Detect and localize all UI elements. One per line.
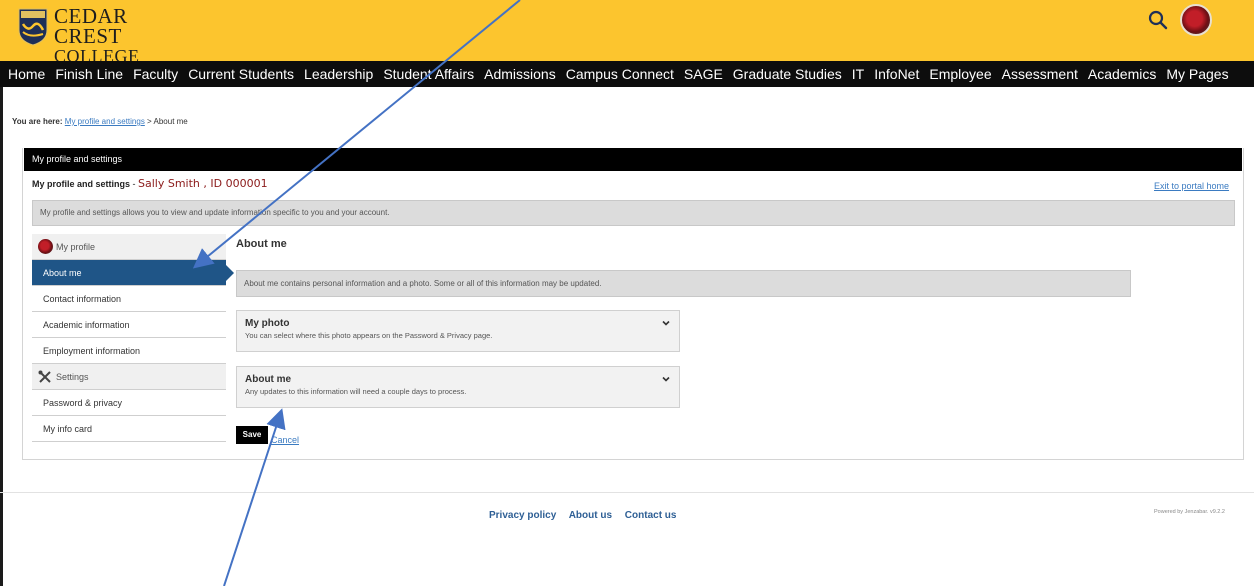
panel-title-bar: My profile and settings [24, 148, 1242, 171]
panel-intro: My profile and settings allows you to vi… [32, 200, 1235, 226]
nav-item-sage[interactable]: SAGE [680, 66, 729, 82]
sidebar-group-my-profile: My profile [32, 234, 226, 260]
nav-item-faculty[interactable]: Faculty [129, 66, 184, 82]
footer-link-privacy-policy[interactable]: Privacy policy [489, 510, 556, 521]
breadcrumb-separator: > [144, 117, 154, 126]
exit-to-portal-link[interactable]: Exit to portal home [1154, 181, 1229, 191]
profile-avatar-icon [38, 239, 53, 254]
sidebar-item-label: Employment information [43, 346, 141, 356]
sidebar-item-label: Academic information [43, 320, 130, 330]
section-description: You can select where this photo appears … [245, 331, 493, 340]
chevron-down-icon[interactable] [661, 374, 671, 384]
nav-item-my-pages[interactable]: My Pages [1162, 66, 1234, 82]
page-left-border [0, 87, 3, 586]
sidebar-item-label: My info card [43, 424, 93, 434]
nav-item-current-students[interactable]: Current Students [184, 66, 300, 82]
shield-logo-icon [18, 8, 48, 46]
nav-item-graduate-studies[interactable]: Graduate Studies [729, 66, 848, 82]
page-title: About me [236, 238, 287, 250]
profile-heading-label: My profile and settings [32, 179, 131, 189]
profile-heading-separator: - [130, 179, 139, 189]
nav-item-infonet[interactable]: InfoNet [870, 66, 925, 82]
powered-by-text: Powered by Jenzabar. v9.2.2 [1154, 509, 1225, 515]
logo-name-line1: CEDAR CREST [54, 4, 128, 48]
breadcrumb-link-profile[interactable]: My profile and settings [65, 117, 145, 126]
nav-item-employee[interactable]: Employee [925, 66, 997, 82]
breadcrumb-prefix: You are here: [12, 117, 63, 126]
sidebar-item-contact-information[interactable]: Contact information [32, 286, 226, 312]
sidebar-item-label: Contact information [43, 294, 122, 304]
footer-divider [0, 492, 1254, 493]
section-title: About me [245, 374, 292, 385]
footer-link-about-us[interactable]: About us [569, 510, 612, 521]
site-header: CEDAR CREST COLLEGE [0, 0, 1254, 66]
nav-item-home[interactable]: Home [4, 66, 51, 82]
sidebar-group-label: My profile [56, 242, 96, 252]
settings-tools-icon [38, 370, 51, 383]
about-me-section[interactable]: About me Any updates to this information… [236, 366, 680, 408]
sidebar-item-my-info-card[interactable]: My info card [32, 416, 226, 442]
profile-user-name: Sally Smith , ID 000001 [138, 177, 268, 190]
sidebar-group-settings: Settings [32, 364, 226, 390]
main-nav: Home Finish Line Faculty Current Student… [0, 61, 1254, 87]
section-title: My photo [245, 318, 290, 329]
active-indicator-arrow-icon [226, 265, 234, 281]
save-button[interactable]: Save [236, 426, 268, 444]
search-icon[interactable] [1147, 9, 1169, 31]
breadcrumb-current: About me [153, 117, 188, 126]
nav-item-leadership[interactable]: Leadership [300, 66, 379, 82]
footer-links: Privacy policy About us Contact us [489, 510, 686, 521]
sidebar-item-label: About me [43, 268, 82, 278]
my-photo-section[interactable]: My photo You can select where this photo… [236, 310, 680, 352]
content-intro: About me contains personal information a… [236, 270, 1131, 297]
profile-sidebar: My profile About me Contact information … [32, 234, 234, 442]
sidebar-group-label: Settings [56, 372, 89, 382]
nav-item-assessment[interactable]: Assessment [998, 66, 1084, 82]
nav-item-admissions[interactable]: Admissions [480, 66, 562, 82]
section-description: Any updates to this information will nee… [245, 387, 467, 396]
sidebar-item-about-me[interactable]: About me [32, 260, 234, 286]
nav-item-it[interactable]: IT [848, 66, 870, 82]
sidebar-item-label: Password & privacy [43, 398, 123, 408]
college-logo[interactable]: CEDAR CREST COLLEGE [18, 4, 188, 66]
sidebar-item-academic-information[interactable]: Academic information [32, 312, 226, 338]
cancel-link[interactable]: Cancel [271, 435, 299, 445]
breadcrumb: You are here: My profile and settings > … [12, 117, 188, 126]
profile-heading: My profile and settings - Sally Smith , … [32, 177, 268, 190]
chevron-down-icon[interactable] [661, 318, 671, 328]
sidebar-item-employment-information[interactable]: Employment information [32, 338, 226, 364]
footer-link-contact-us[interactable]: Contact us [625, 510, 677, 521]
nav-item-finish-line[interactable]: Finish Line [51, 66, 129, 82]
nav-item-campus-connect[interactable]: Campus Connect [562, 66, 680, 82]
nav-item-student-affairs[interactable]: Student Affairs [379, 66, 480, 82]
user-avatar[interactable] [1180, 4, 1212, 36]
sidebar-item-password-privacy[interactable]: Password & privacy [32, 390, 226, 416]
nav-item-academics[interactable]: Academics [1084, 66, 1162, 82]
